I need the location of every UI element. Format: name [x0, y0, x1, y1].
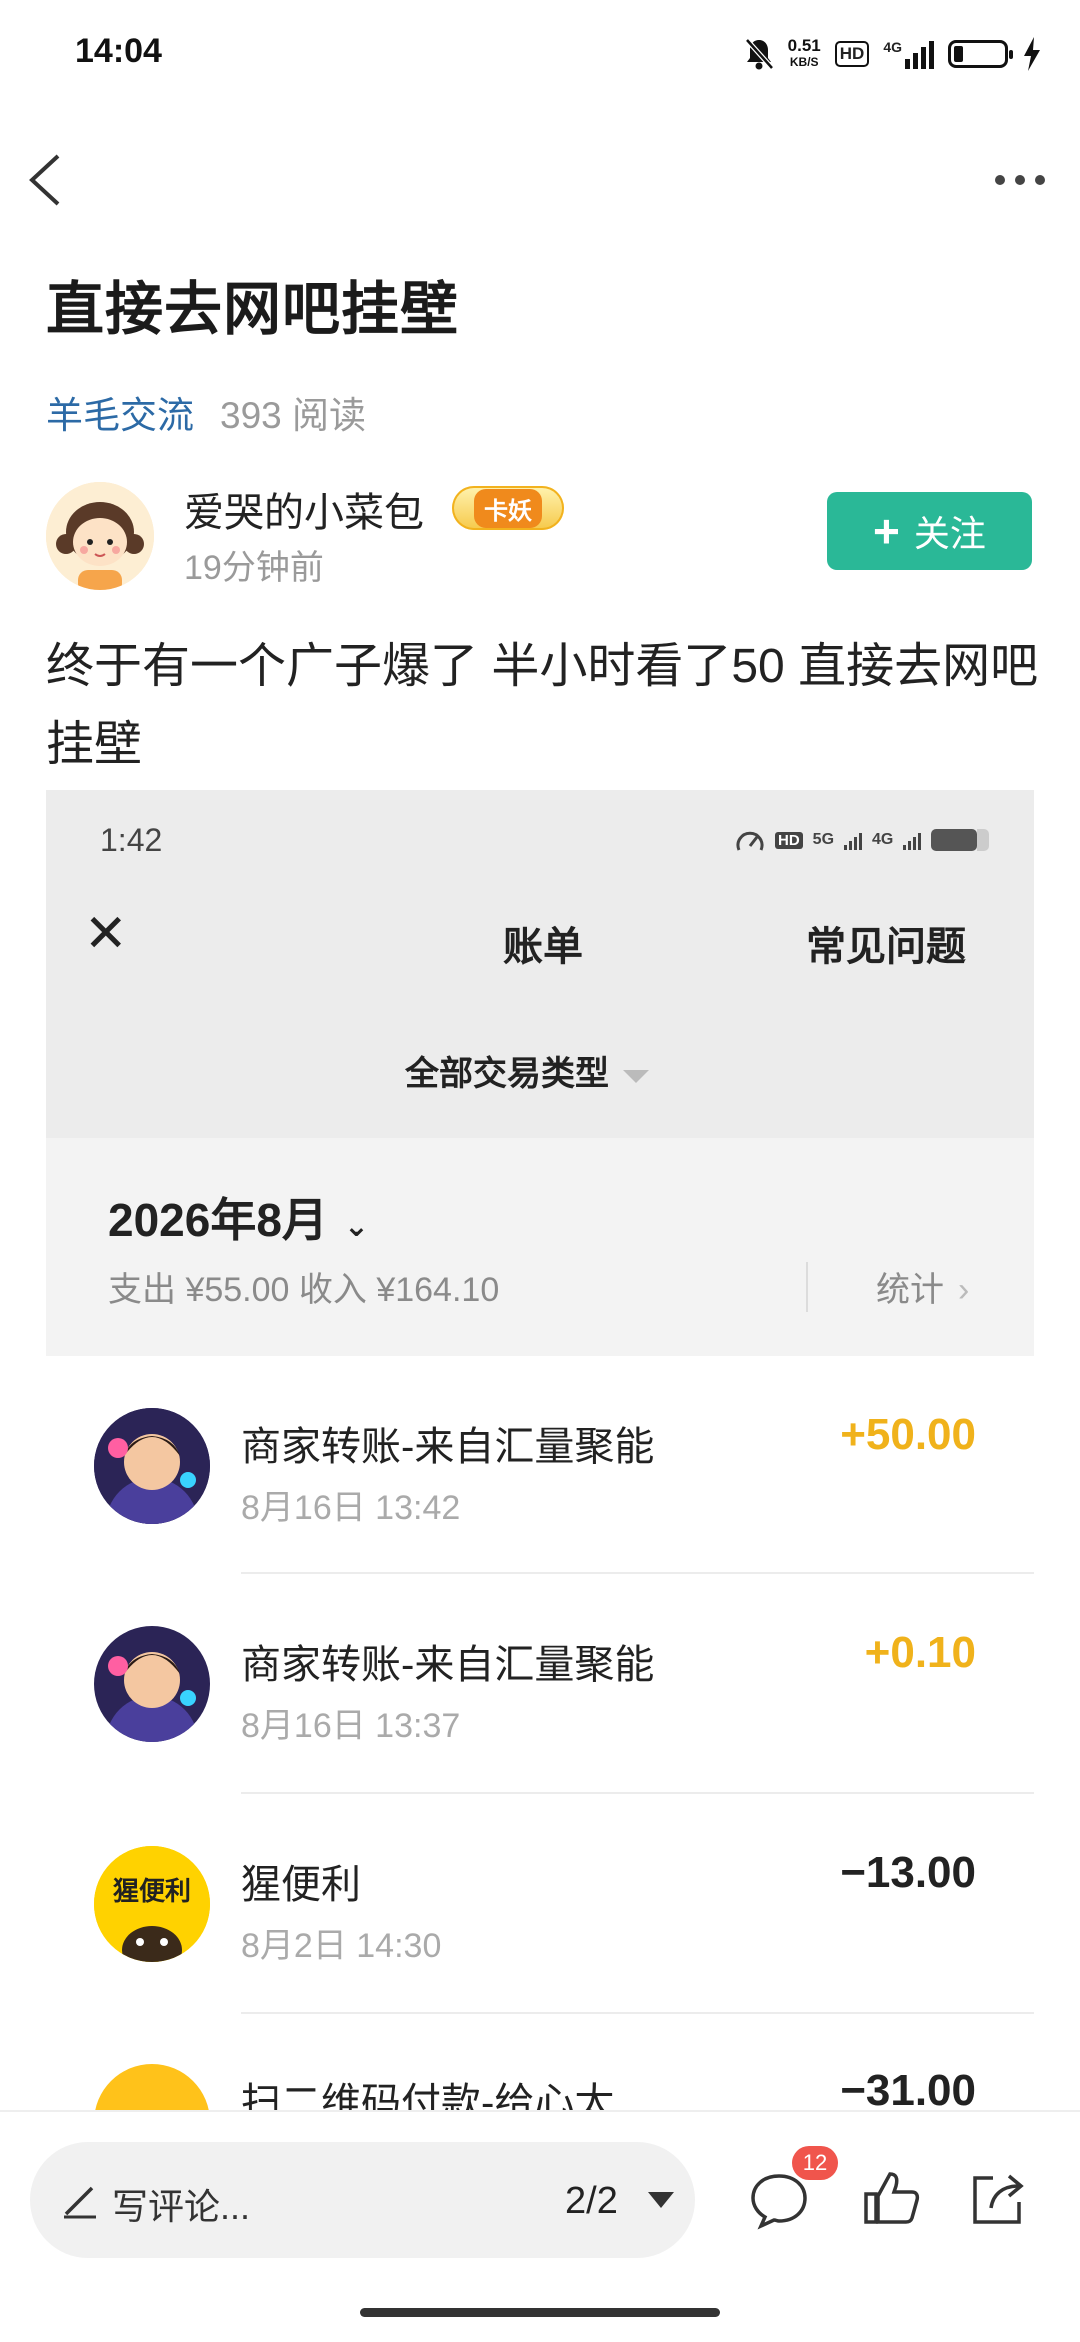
page-dropdown-icon[interactable]: [648, 2192, 674, 2208]
screenshot-month-label: 2026年8月: [108, 1194, 328, 1246]
more-options-icon[interactable]: [990, 160, 1050, 200]
screenshot-faq: 常见问题: [806, 925, 966, 969]
screenshot-signal-icon: [844, 830, 863, 850]
store-avatar: 猩便利: [94, 1846, 210, 1962]
transaction-amount: +50.00: [840, 1410, 976, 1459]
chevron-right-icon: ›: [958, 1271, 970, 1309]
signal-icon: 4G: [883, 39, 934, 69]
mute-bell-icon: [744, 38, 774, 70]
comment-count-badge: 12: [792, 2146, 838, 2180]
back-arrow-icon[interactable]: [22, 150, 72, 210]
net-speed-value: 0.51: [787, 36, 821, 55]
post-meta: 羊毛交流 393 阅读: [46, 385, 366, 439]
speed-gauge-icon: [736, 831, 764, 851]
screenshot-summary: 支出 ¥55.00 收入 ¥164.10: [108, 1271, 500, 1309]
post-category-link[interactable]: 羊毛交流: [46, 395, 194, 436]
screenshot-divider: [806, 1262, 808, 1312]
share-icon[interactable]: [965, 2166, 1029, 2230]
home-indicator[interactable]: [360, 2308, 720, 2317]
signal-type: 4G: [883, 39, 902, 55]
thumbs-up-icon[interactable]: [860, 2166, 924, 2230]
battery-icon: [948, 40, 1013, 68]
status-time: 14:04: [75, 32, 162, 70]
screenshot-battery-icon: [931, 829, 990, 851]
screenshot-filter: 全部交易类型: [405, 1046, 649, 1095]
transaction-date: 8月16日 13:37: [241, 1707, 461, 1745]
merchant-avatar: [94, 1626, 210, 1742]
transaction-amount: −13.00: [840, 1848, 976, 1897]
screenshot-close-icon: ✕: [84, 905, 128, 963]
screenshot-signal2-icon: [903, 830, 922, 850]
row-divider: [241, 1572, 1034, 1574]
status-icons: 0.51 KB/S HD 4G: [744, 30, 1042, 78]
author-avatar[interactable]: [46, 482, 154, 590]
follow-label: 关注: [913, 513, 986, 554]
screenshot-month: 2026年8月 ⌄: [108, 1184, 369, 1250]
read-count: 393 阅读: [220, 395, 367, 436]
merchant-avatar: [94, 1408, 210, 1524]
chevron-down-icon: ⌄: [343, 1210, 370, 1243]
hd-icon: HD: [834, 41, 870, 67]
post-time: 19分钟前: [184, 549, 324, 587]
transaction-amount: −31.00: [840, 2066, 976, 2115]
screenshot-filter-label: 全部交易类型: [405, 1055, 609, 1093]
store-avatar-text: 猩便利: [112, 1877, 191, 1907]
dropdown-triangle-icon: [623, 1069, 649, 1083]
author-name[interactable]: 爱哭的小菜包: [184, 480, 424, 538]
status-bar: 14:04 0.51 KB/S HD 4G: [0, 0, 1080, 110]
badge-label: 卡妖: [474, 488, 542, 528]
screenshot-stats: 统计 ›: [876, 1262, 969, 1311]
net-speed: 0.51 KB/S: [788, 37, 821, 71]
screenshot-status-time: 1:42: [100, 822, 163, 858]
author-level-badge: 卡妖: [452, 486, 564, 530]
transaction-name: 猩便利: [241, 1863, 361, 1907]
transaction-name: 商家转账-来自汇量聚能: [241, 1643, 655, 1687]
transaction-date: 8月2日 14:30: [241, 1927, 442, 1965]
screenshot-status-icons: HD 5G 4G: [735, 826, 990, 854]
follow-button[interactable]: + 关注: [827, 492, 1032, 570]
charging-icon: [1024, 37, 1040, 71]
screenshot-5g-label: 5G: [812, 831, 835, 848]
pencil-icon: [64, 2186, 96, 2219]
screenshot-4g-label: 4G: [872, 831, 894, 848]
transaction-date: 8月16日 13:42: [241, 1489, 461, 1527]
post-body: 终于有一个广子爆了 半小时看了50 直接去网吧挂壁: [46, 640, 1039, 771]
plus-icon: +: [873, 505, 900, 557]
comment-placeholder: 写评论...: [112, 2186, 251, 2227]
page-indicator[interactable]: 2/2: [565, 2180, 618, 2223]
post-title: 直接去网吧挂壁: [46, 277, 460, 342]
screenshot-stats-label: 统计: [876, 1271, 944, 1309]
row-divider: [241, 1792, 1034, 1794]
transaction-amount: +0.10: [864, 1628, 976, 1677]
screenshot-hd-icon: HD: [775, 831, 803, 849]
transaction-name: 商家转账-来自汇量聚能: [241, 1425, 655, 1469]
row-divider: [241, 2012, 1034, 2014]
net-speed-unit: KB/S: [789, 55, 819, 69]
screenshot-title: 账单: [503, 925, 583, 969]
